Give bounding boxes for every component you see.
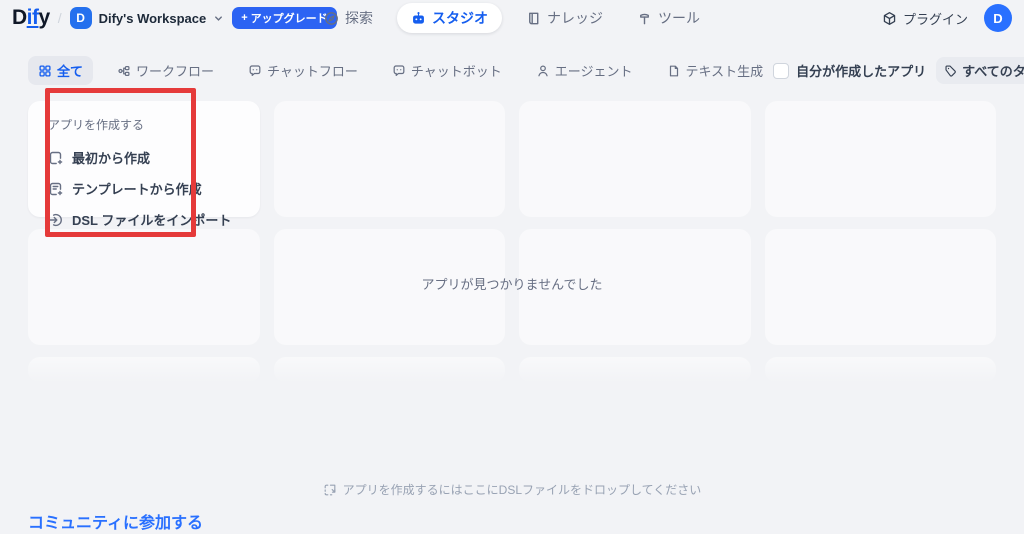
tab-chatflow[interactable]: チャットフロー (238, 56, 368, 85)
chatflow-icon (248, 64, 262, 78)
tag-icon (944, 64, 957, 77)
tab-label: 全て (57, 61, 83, 80)
tab-all[interactable]: 全て (28, 56, 93, 85)
textgen-icon (667, 64, 681, 78)
main-nav: 探索 スタジオ ナレッジ ツール (314, 3, 710, 33)
plugins-button[interactable]: プラグイン (882, 9, 968, 28)
plus-icon: + (241, 12, 247, 24)
apps-grid-area: アプリを作成する 最初から作成 テンプレートから作成 (0, 101, 1024, 383)
chevron-down-icon (213, 13, 224, 24)
import-dsl-icon (48, 212, 64, 228)
create-item-label: テンプレートから作成 (72, 179, 202, 198)
workflow-icon (117, 64, 131, 78)
nav-item-label: 探索 (345, 8, 373, 28)
tab-label: テキスト生成 (686, 61, 764, 80)
nav-item-label: スタジオ (432, 8, 488, 28)
tab-label: チャットボット (411, 61, 502, 80)
nav-item-label: ツール (658, 8, 700, 28)
header-left-group: Dify / D Dify's Workspace + アップグレード (12, 6, 337, 30)
book-icon (526, 11, 541, 26)
header-right-group: プラグイン D (882, 4, 1012, 32)
create-blank-icon (48, 150, 64, 166)
app-card-placeholder-faded (28, 357, 260, 383)
my-apps-filter[interactable]: 自分が作成したアプリ (773, 61, 926, 80)
create-template-icon (48, 181, 64, 197)
chatbot-icon (392, 64, 406, 78)
breadcrumb-separator: / (58, 10, 62, 26)
tab-workflow[interactable]: ワークフロー (107, 56, 224, 85)
app-card-placeholder (519, 101, 751, 217)
app-card-placeholder (765, 101, 997, 217)
my-apps-checkbox[interactable] (773, 63, 789, 79)
tab-agent[interactable]: エージェント (526, 56, 643, 85)
tag-filter-dropdown[interactable]: すべてのタグ (936, 57, 1024, 84)
filter-bar: 全て ワークフロー チャットフロー チャットボット (0, 57, 1024, 84)
logo-part-d: D (12, 6, 27, 29)
my-apps-label: 自分が作成したアプリ (796, 61, 926, 80)
dify-logo[interactable]: Dify (12, 6, 50, 30)
user-avatar[interactable]: D (984, 4, 1012, 32)
app-card-placeholder (274, 101, 506, 217)
create-item-label: DSL ファイルをインポート (72, 210, 231, 229)
create-item-label: 最初から作成 (72, 148, 150, 167)
top-header: Dify / D Dify's Workspace + アップグレード 探索 (0, 0, 1024, 36)
nav-item-knowledge[interactable]: ナレッジ (516, 3, 613, 33)
dsl-drop-zone[interactable]: アプリを作成するにはここにDSLファイルをドロップしてください (0, 481, 1024, 498)
app-card-placeholder-faded (765, 357, 997, 383)
app-type-tabs: 全て ワークフロー チャットフロー チャットボット (28, 56, 773, 85)
agent-icon (536, 64, 550, 78)
plugins-label: プラグイン (903, 9, 968, 28)
tab-label: チャットフロー (267, 61, 358, 80)
tag-filter-label: すべてのタグ (962, 61, 1024, 80)
filter-controls: 自分が作成したアプリ すべてのタグ (773, 57, 1024, 84)
tools-icon (637, 11, 652, 26)
robot-icon (411, 11, 426, 26)
file-drop-icon (323, 483, 337, 497)
workspace-selector[interactable]: D Dify's Workspace (70, 7, 225, 29)
compass-icon (324, 11, 339, 26)
workspace-avatar: D (70, 7, 92, 29)
apps-grid: アプリを作成する 最初から作成 テンプレートから作成 (0, 101, 1024, 383)
empty-state-message: アプリが見つかりませんでした (0, 274, 1024, 293)
create-app-title: アプリを作成する (48, 116, 240, 133)
nav-item-explore[interactable]: 探索 (314, 3, 383, 33)
create-app-card: アプリを作成する 最初から作成 テンプレートから作成 (28, 101, 260, 217)
create-from-blank-button[interactable]: 最初から作成 (48, 143, 240, 172)
app-card-placeholder-faded (274, 357, 506, 383)
box-icon (882, 11, 897, 26)
create-from-template-button[interactable]: テンプレートから作成 (48, 174, 240, 203)
app-card-placeholder-faded (519, 357, 751, 383)
join-community-link[interactable]: コミュニティに参加する (28, 509, 203, 533)
tab-chatbot[interactable]: チャットボット (382, 56, 512, 85)
nav-item-studio[interactable]: スタジオ (397, 3, 502, 33)
logo-part-y: y (39, 6, 50, 29)
drop-hint-text: アプリを作成するにはここにDSLファイルをドロップしてください (343, 481, 702, 498)
grid-icon (38, 64, 52, 78)
nav-item-label: ナレッジ (547, 8, 603, 28)
tab-label: ワークフロー (136, 61, 214, 80)
dify-studio-page: Dify / D Dify's Workspace + アップグレード 探索 (0, 0, 1024, 534)
tab-textgen[interactable]: テキスト生成 (657, 56, 774, 85)
logo-part-if: if (27, 6, 39, 29)
workspace-name: Dify's Workspace (99, 11, 207, 26)
nav-item-tools[interactable]: ツール (627, 3, 710, 33)
tab-label: エージェント (555, 61, 633, 80)
